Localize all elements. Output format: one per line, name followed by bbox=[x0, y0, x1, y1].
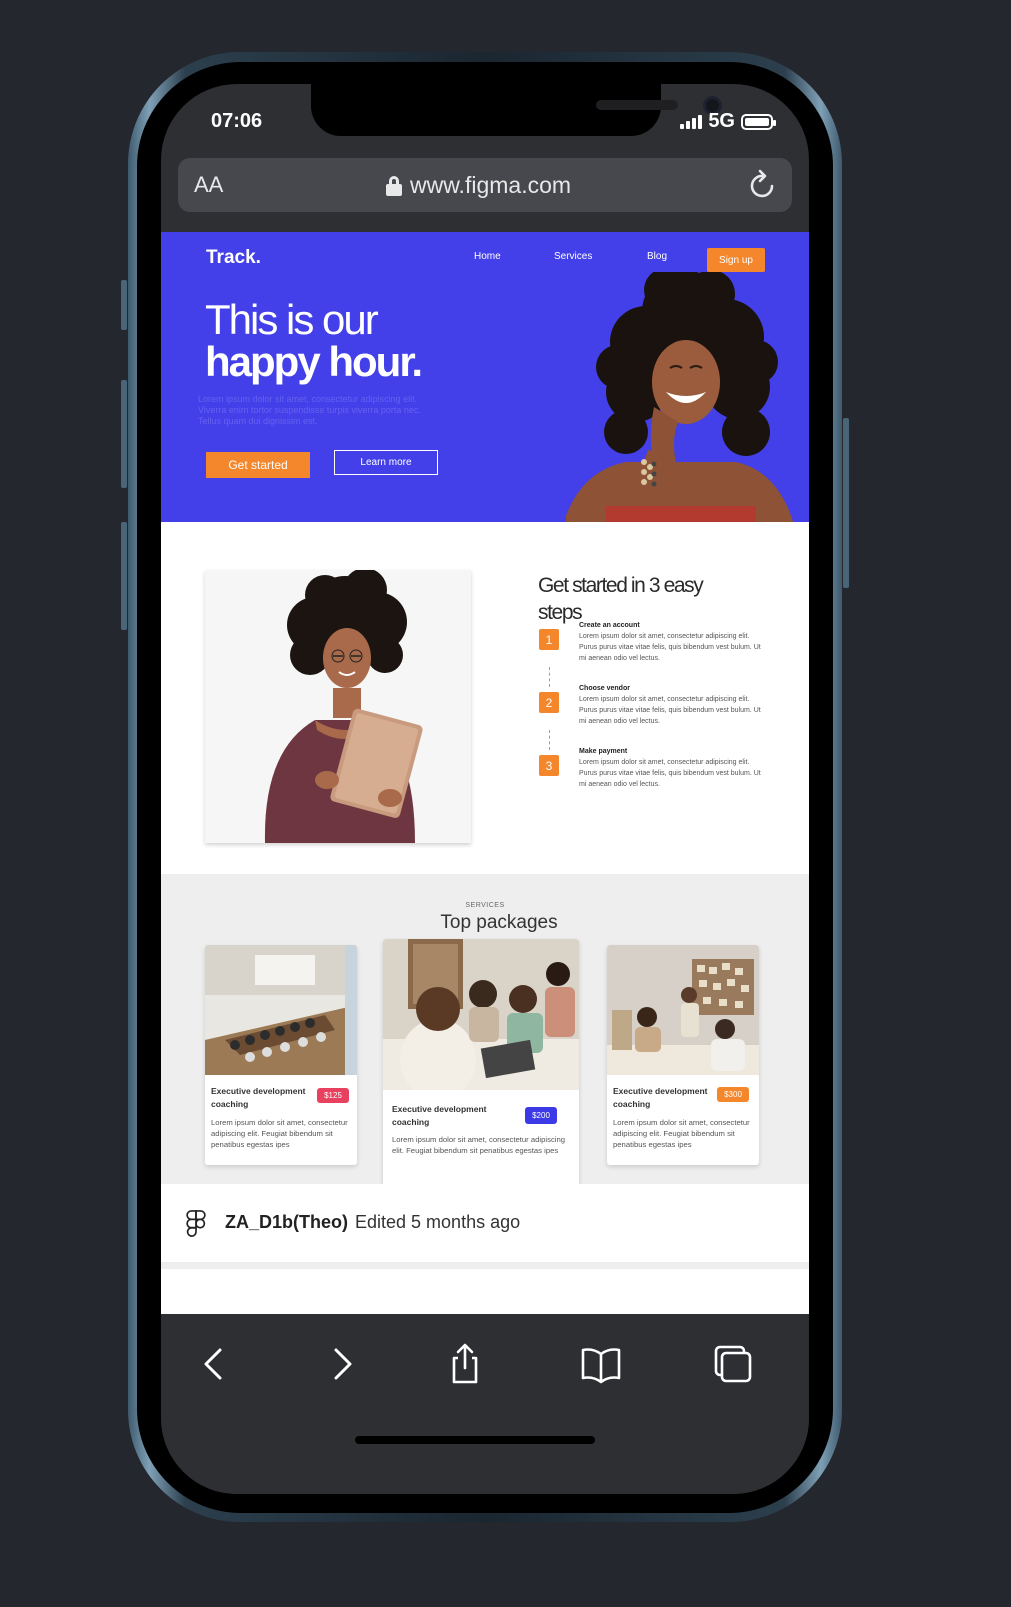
steps-photo bbox=[205, 570, 471, 843]
card-description: Lorem ipsum dolor sit amet, consectetur … bbox=[613, 1118, 750, 1149]
card-title: Executive development coaching bbox=[392, 1104, 487, 1127]
bookmarks-icon[interactable] bbox=[579, 1342, 623, 1386]
step-title: Create an account bbox=[579, 622, 640, 629]
steps-title: Get started in 3 easy steps bbox=[538, 574, 704, 624]
side-button-power bbox=[843, 418, 849, 588]
nav-services[interactable]: Services bbox=[554, 251, 592, 262]
card-image bbox=[205, 945, 357, 1075]
figma-file-bar[interactable]: ZA_D1b(Theo) Edited 5 months ago bbox=[161, 1184, 809, 1262]
figma-logo-icon bbox=[186, 1210, 206, 1237]
status-indicators: 5G bbox=[680, 110, 776, 133]
earpiece-speaker bbox=[596, 100, 678, 110]
step-text: Lorem ipsum dolor sit amet, consectetur … bbox=[579, 696, 761, 725]
figma-edited-time: Edited 5 months ago bbox=[355, 1212, 521, 1232]
hero-portrait-image bbox=[566, 272, 794, 522]
learn-more-button[interactable]: Learn more bbox=[334, 450, 438, 475]
card-title: Executive development coaching bbox=[211, 1086, 306, 1109]
site-logo[interactable]: Track. bbox=[206, 247, 261, 269]
step-connector bbox=[549, 730, 550, 750]
signal-icon bbox=[680, 114, 703, 129]
side-button-mute bbox=[121, 280, 127, 330]
hero-title-line1: This is our bbox=[205, 296, 379, 343]
package-card[interactable]: Executive development coaching $200 Lore… bbox=[383, 939, 579, 1204]
share-icon[interactable] bbox=[443, 1342, 487, 1386]
step-number: 2 bbox=[539, 692, 559, 713]
lock-icon bbox=[386, 175, 402, 196]
phone-screen: 07:06 5G AA www.figma.com Track. Home Se… bbox=[161, 84, 809, 1494]
price-badge: $125 bbox=[317, 1088, 349, 1103]
forward-icon[interactable] bbox=[319, 1342, 363, 1386]
figma-file-name: ZA_D1b(Theo) bbox=[225, 1212, 348, 1232]
card-description: Lorem ipsum dolor sit amet, consectetur … bbox=[392, 1135, 566, 1155]
tabs-icon[interactable] bbox=[711, 1342, 755, 1386]
services-title: Top packages bbox=[440, 912, 558, 933]
services-kicker: SERVICES bbox=[465, 902, 505, 909]
back-icon[interactable] bbox=[193, 1342, 237, 1386]
battery-icon bbox=[741, 113, 776, 130]
web-page: Track. Home Services Blog Sign up This i… bbox=[161, 232, 809, 1332]
step-text: Lorem ipsum dolor sit amet, consectetur … bbox=[579, 633, 761, 662]
hero-paragraph: Lorem ipsum dolor sit amet, consectetur … bbox=[198, 394, 421, 426]
step-connector bbox=[549, 667, 550, 687]
reload-icon[interactable] bbox=[746, 168, 780, 202]
package-card[interactable]: Executive development coaching $125 Lore… bbox=[205, 945, 357, 1165]
get-started-button[interactable]: Get started bbox=[206, 452, 310, 478]
price-badge: $200 bbox=[525, 1107, 557, 1124]
hero-title-line2: happy hour. bbox=[205, 338, 423, 385]
step-title: Make payment bbox=[579, 748, 628, 755]
browser-toolbar bbox=[161, 1314, 809, 1494]
nav-home[interactable]: Home bbox=[474, 251, 501, 262]
card-title: Executive development coaching bbox=[613, 1086, 708, 1109]
home-indicator[interactable] bbox=[355, 1436, 595, 1444]
step-number: 1 bbox=[539, 629, 559, 650]
reader-aa-button[interactable]: AA bbox=[194, 172, 223, 198]
network-label: 5G bbox=[708, 110, 735, 132]
status-time: 07:06 bbox=[211, 110, 263, 132]
url-text: www.figma.com bbox=[410, 172, 572, 198]
hero-section: Track. Home Services Blog Sign up This i… bbox=[161, 232, 809, 522]
signup-button[interactable]: Sign up bbox=[707, 248, 765, 272]
step-text: Lorem ipsum dolor sit amet, consectetur … bbox=[579, 759, 761, 788]
step-title: Choose vendor bbox=[579, 685, 630, 692]
card-description: Lorem ipsum dolor sit amet, consectetur … bbox=[211, 1118, 348, 1149]
card-image bbox=[607, 945, 759, 1075]
side-button-volume-down bbox=[121, 522, 127, 630]
notch bbox=[311, 84, 722, 136]
side-button-volume-up bbox=[121, 380, 127, 488]
address-bar[interactable]: AA www.figma.com bbox=[178, 158, 792, 212]
url-field[interactable]: www.figma.com bbox=[386, 172, 571, 199]
card-image bbox=[383, 939, 579, 1090]
nav-blog[interactable]: Blog bbox=[647, 251, 667, 262]
price-badge: $300 bbox=[717, 1087, 749, 1102]
step-number: 3 bbox=[539, 755, 559, 776]
package-card[interactable]: Executive development coaching $300 Lore… bbox=[607, 945, 759, 1165]
